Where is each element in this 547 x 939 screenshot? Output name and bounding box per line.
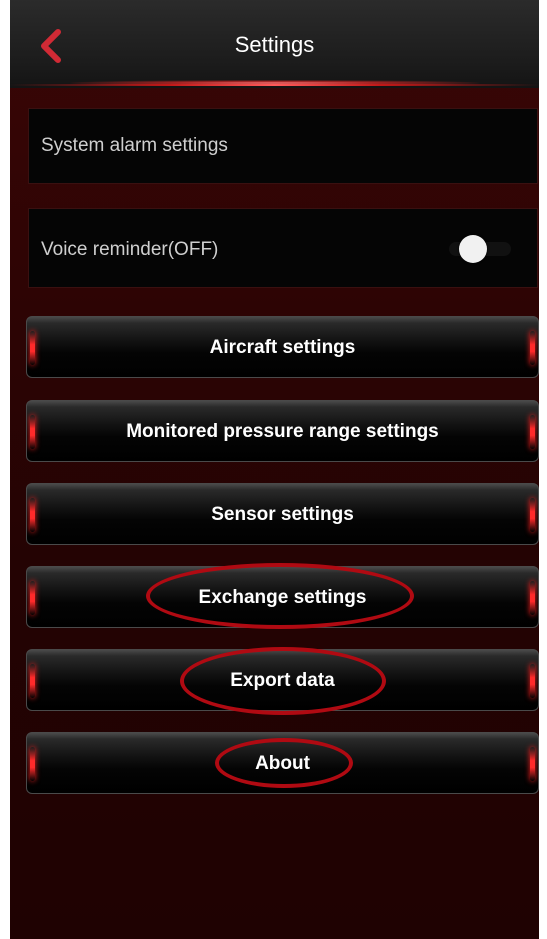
system-alarm-settings-row[interactable]: System alarm settings: [28, 108, 538, 184]
toggle-knob: [459, 235, 487, 263]
button-label: Exchange settings: [198, 587, 367, 608]
button-label: Aircraft settings: [209, 337, 356, 358]
button-label: Sensor settings: [211, 504, 354, 525]
voice-reminder-row: Voice reminder(OFF): [28, 208, 538, 288]
button-label: About: [255, 753, 310, 774]
voice-reminder-label: Voice reminder(OFF): [41, 239, 219, 260]
sensor-settings-button[interactable]: Sensor settings: [26, 483, 539, 545]
voice-reminder-toggle[interactable]: [435, 235, 517, 263]
button-edge-glow: [530, 331, 535, 365]
export-data-button[interactable]: Export data: [26, 649, 539, 711]
button-edge-glow: [530, 415, 535, 449]
app-screen: Settings System alarm settings Voice rem…: [10, 0, 539, 939]
button-label: Monitored pressure range settings: [126, 421, 439, 442]
about-button[interactable]: About: [26, 732, 539, 794]
exchange-settings-button[interactable]: Exchange settings: [26, 566, 539, 628]
button-edge-glow: [530, 498, 535, 532]
system-alarm-settings-label: System alarm settings: [41, 135, 228, 156]
header-divider: [10, 84, 539, 86]
button-edge-glow: [530, 747, 535, 781]
button-label: Export data: [230, 670, 335, 691]
monitored-pressure-range-settings-button[interactable]: Monitored pressure range settings: [26, 400, 539, 462]
aircraft-settings-button[interactable]: Aircraft settings: [26, 316, 539, 378]
button-edge-glow: [530, 581, 535, 615]
page-title: Settings: [234, 32, 315, 57]
button-edge-glow: [530, 664, 535, 698]
header-bar: Settings: [10, 0, 539, 88]
